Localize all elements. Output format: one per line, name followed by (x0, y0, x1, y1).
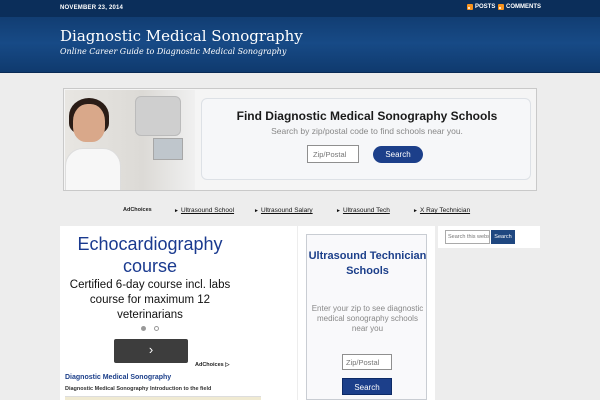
site-title[interactable]: Diagnostic Medical Sonography (60, 27, 303, 45)
ad-link-label: Ultrasound School (180, 207, 235, 214)
comments-feed-link[interactable]: COMMENTS (498, 4, 541, 10)
sidebar-search: Search (438, 226, 540, 248)
widget-title: Ultrasound Technician Schools (308, 250, 427, 277)
sidebar-search-button[interactable]: Search (491, 230, 515, 244)
find-schools-box: Find Diagnostic Medical Sonography Schoo… (201, 98, 531, 180)
zip-postal-input[interactable] (307, 145, 359, 163)
monitor-image (153, 138, 183, 160)
ultrasound-machine-image (135, 96, 181, 136)
widget-search-button[interactable]: Search (342, 378, 392, 395)
ad-link-label: Ultrasound Tech (342, 207, 390, 214)
triangle-right-icon: ► (336, 208, 341, 214)
ad-link-label: Ultrasound Salary (260, 207, 313, 214)
ad-link-label: X Ray Technician (419, 207, 471, 214)
find-schools-search-button[interactable]: Search (373, 146, 423, 163)
ad-body-text: Certified 6-day course incl. labs course… (69, 279, 231, 321)
ad-links-row: AdChoices ► Ultrasound School ► Ultrasound… (123, 207, 523, 217)
rss-icon (498, 4, 504, 10)
ad-heading[interactable]: Echocardiography course (62, 233, 238, 277)
adchoices-icon: ▷ (225, 362, 230, 368)
find-schools-subtitle: Search by zip/postal code to find school… (271, 126, 463, 136)
posts-feed-label: POSTS (475, 4, 496, 10)
find-schools-title: Find Diagnostic Medical Sonography Schoo… (236, 109, 498, 123)
carousel-dots (141, 326, 159, 331)
site-description: Online Career Guide to Diagnostic Medica… (60, 47, 287, 56)
top-bar: NOVEMBER 23, 2014 POSTS COMMENTS (0, 0, 600, 17)
widget-zip-input[interactable] (342, 354, 392, 370)
sidebar-search-input[interactable] (445, 230, 490, 244)
ad-link-x-ray-technician[interactable]: ► X Ray Technician (413, 207, 470, 214)
posts-feed-link[interactable]: POSTS (467, 4, 495, 10)
ad-link-ultrasound-tech[interactable]: ► Ultrasound Tech (336, 207, 390, 214)
widget-text: Enter your zip to see diagnostic medical… (311, 304, 424, 333)
school-finder-banner: Find Diagnostic Medical Sonography Schoo… (63, 88, 537, 191)
adchoices-label[interactable]: AdChoices ▷ (195, 362, 230, 368)
date-label: NOVEMBER 23, 2014 (60, 5, 124, 11)
sonographer-photo (65, 90, 195, 190)
triangle-right-icon: ► (254, 208, 259, 214)
triangle-right-icon: ► (174, 208, 179, 214)
ad-link-ultrasound-salary[interactable]: ► Ultrasound Salary (254, 207, 313, 214)
display-ad[interactable]: Echocardiography course Certified 6-day … (62, 228, 295, 373)
post-title[interactable]: Diagnostic Medical Sonography (65, 374, 171, 381)
comments-feed-label: COMMENTS (506, 4, 541, 10)
rss-icon (467, 4, 473, 10)
site-header: NOVEMBER 23, 2014 POSTS COMMENTS Diagnos… (0, 0, 600, 73)
photo-face (73, 104, 105, 142)
ultrasound-schools-widget: Ultrasound Technician Schools Enter your… (306, 234, 427, 400)
carousel-dot-2[interactable] (154, 326, 159, 331)
chevron-right-icon: › (148, 342, 154, 357)
ad-link-ultrasound-school[interactable]: ► Ultrasound School (174, 207, 234, 214)
triangle-right-icon: ► (413, 208, 418, 214)
carousel-dot-1[interactable] (141, 326, 146, 331)
main-content: Echocardiography course Certified 6-day … (60, 226, 297, 400)
ad-next-button[interactable]: › (114, 339, 188, 363)
middle-widget-column: Ultrasound Technician Schools Enter your… (298, 226, 435, 400)
post-image-strip (65, 396, 261, 400)
adchoices-label[interactable]: AdChoices (123, 207, 152, 213)
post-subtitle: Diagnostic Medical Sonography Introducti… (65, 386, 212, 392)
photo-coat (65, 148, 121, 190)
